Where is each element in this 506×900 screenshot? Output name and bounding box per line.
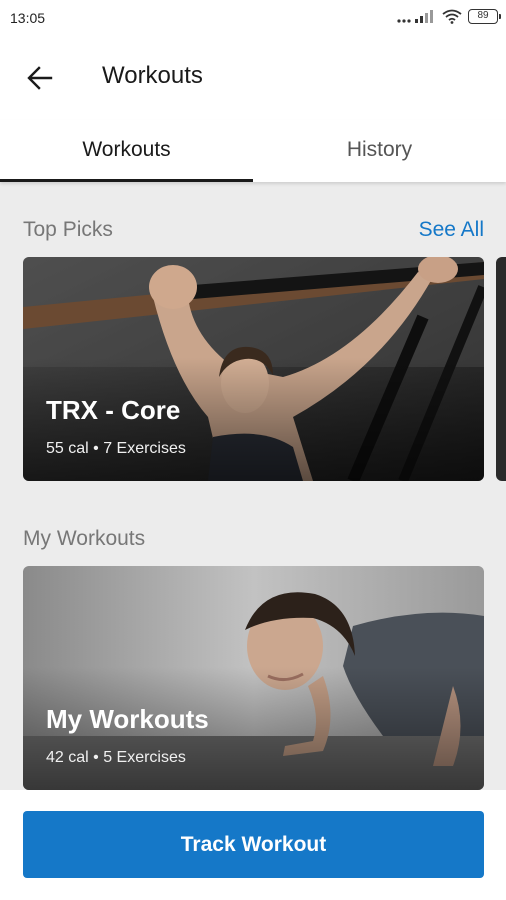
status-icons: 89 [396,9,501,24]
status-time: 13:05 [10,10,46,26]
page-title: Workouts [102,62,203,89]
back-button[interactable] [22,60,58,96]
top-picks-title: Top Picks [23,218,113,241]
card-subtitle: 55 cal • 7 Exercises [46,440,186,457]
app-bar: Workouts [0,36,506,120]
my-workouts-header: My Workouts [23,527,484,551]
status-bar: 13:05 89 [0,0,506,36]
top-picks-header: Top Picks See All [23,218,484,242]
tab-history[interactable]: History [253,120,506,182]
next-card-peek[interactable] [496,257,506,481]
tab-bar: Workouts History [0,120,506,182]
workout-card-trx-core[interactable]: TRX - Core 55 cal • 7 Exercises [23,257,484,481]
workout-card-my-workouts[interactable]: My Workouts 42 cal • 5 Exercises [23,566,484,790]
see-all-link[interactable]: See All [419,218,484,242]
my-workouts-title: My Workouts [23,527,146,550]
track-workout-button[interactable]: Track Workout [23,811,484,878]
card-title: TRX - Core [46,395,181,425]
arrow-left-icon [27,66,53,90]
card-title: My Workouts [46,704,209,734]
tab-workouts[interactable]: Workouts [0,120,253,182]
bottom-action-bar: Track Workout [0,790,506,900]
wifi-icon [442,9,462,24]
battery-icon: 89 [468,9,501,24]
card-subtitle: 42 cal • 5 Exercises [46,749,186,766]
signal-icon [396,9,436,24]
